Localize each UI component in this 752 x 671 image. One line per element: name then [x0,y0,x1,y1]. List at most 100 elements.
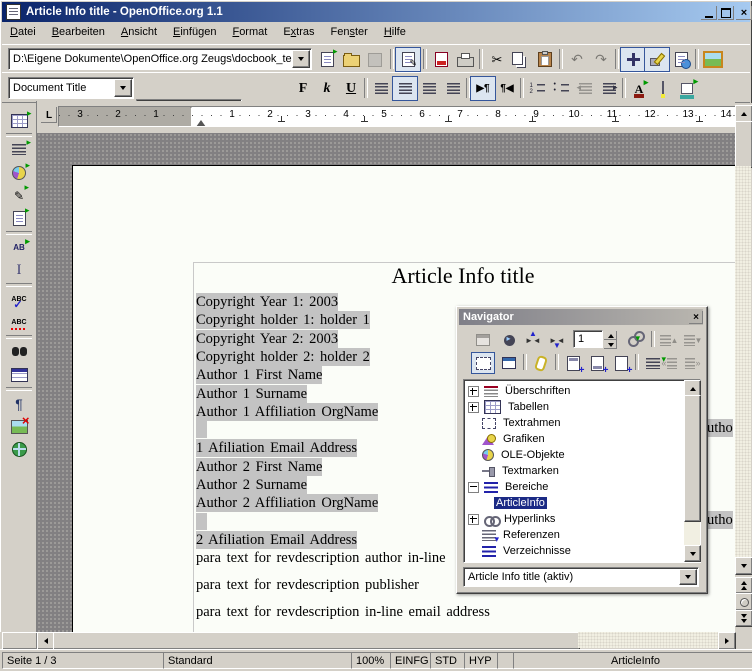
tree-item-referenzen[interactable]: Referenzen [464,527,684,543]
maximize-button[interactable] [717,5,735,21]
document-line[interactable]: Copyright Year 2: 2003 [196,330,338,348]
tree-scrollbar[interactable] [684,380,700,562]
gallery-button[interactable] [700,47,726,72]
scroll-down-button[interactable] [735,557,752,575]
export-pdf-button[interactable] [428,47,454,72]
insert-table-button[interactable] [6,108,32,133]
tree-item-grafiken[interactable]: Grafiken [464,431,684,447]
close-button[interactable]: × [735,5,752,21]
navigator-document-dropdown-button[interactable] [679,569,697,585]
promote-level-button[interactable]: « [657,352,681,374]
edit-file-button[interactable]: ✎ [395,47,421,72]
numbered-list-button[interactable] [524,76,550,101]
tree-item-tabellen[interactable]: Tabellen [464,399,684,415]
header-button[interactable] [561,352,585,374]
previous-page-button[interactable] [735,577,752,594]
menu-hilfe[interactable]: Hilfe [376,23,414,42]
expand-icon[interactable] [468,402,479,413]
redo-button[interactable]: ↷ [588,47,614,72]
tree-item-textmarken[interactable]: Textmarken [464,463,684,479]
document-blank-field[interactable] [196,421,207,438]
status-page-style[interactable]: Standard [163,652,357,669]
document-line[interactable]: 1 Afiliation Email Address [196,439,357,457]
bold-button[interactable]: F [290,76,316,101]
document-paragraph[interactable]: para text for revdescription publisher [196,576,419,594]
tree-scroll-down-button[interactable] [684,545,701,562]
collapse-icon[interactable] [468,482,479,493]
tree-item-ueberschriften[interactable]: Überschriften [464,383,684,399]
decrease-indent-button[interactable] [572,76,598,101]
navigation-button[interactable] [497,329,521,351]
menu-format[interactable]: Format [224,23,275,42]
navigation-toolbox-button[interactable] [735,593,752,611]
font-color-button[interactable]: A [626,76,652,101]
document-line[interactable]: Author 2 Affiliation OrgName [196,494,378,512]
navigator-button[interactable] [620,47,646,72]
document-line[interactable]: Author 2 Surname [196,476,307,494]
navigator-tree[interactable]: Überschriften Tabellen Textrahmen Grafik… [463,379,701,563]
horizontal-scrollbar-track[interactable] [578,632,718,648]
tree-scrollbar-thumb[interactable] [684,395,701,522]
page-number-field[interactable]: 1 [573,330,603,348]
tree-item-verzeichnisse[interactable]: Verzeichnisse [464,543,684,559]
tab-type-selector[interactable]: L [40,106,58,124]
demote-level-button[interactable]: » [681,352,705,374]
vertical-scrollbar[interactable] [735,103,752,632]
online-layout-button[interactable] [6,437,32,462]
tree-item-textrahmen[interactable]: Textrahmen [464,415,684,431]
horizontal-scrollbar-thumb[interactable] [53,632,580,650]
new-document-button[interactable] [314,47,340,72]
document-line[interactable]: Copyright Year 1: 2003 [196,293,338,311]
menu-einfuegen[interactable]: Einfügen [165,23,224,42]
right-to-left-button[interactable]: ¶◀ [494,76,520,101]
document-line[interactable]: Author 1 First Name [196,366,322,384]
menu-bearbeiten[interactable]: Bearbeiten [44,23,113,42]
style-dropdown-button[interactable] [114,79,132,97]
tree-item-hyperlinks[interactable]: Hyperlinks [464,511,684,527]
navigator-close-button[interactable]: × [688,310,704,325]
minimize-button[interactable] [700,5,718,21]
paragraph-background-button[interactable] [674,76,700,101]
root-view-button[interactable] [497,352,521,374]
url-combobox[interactable]: D:\Eigene Dokumente\OpenOffice.org Zeugs… [8,48,312,70]
underline-button[interactable]: U [338,76,364,101]
navigator-document-combobox[interactable]: Article Info title (aktiv) [463,567,699,587]
menu-datei[interactable]: Datei [2,23,44,42]
scroll-right-button[interactable] [718,632,736,650]
cut-button[interactable]: ✂ [484,47,510,72]
document-overflow-fragment[interactable]: utho [707,419,733,437]
document-line[interactable]: 2 Afiliation Email Address [196,531,357,549]
paragraph-style-combobox[interactable]: Document Title [8,77,134,99]
document-line[interactable]: Copyright holder 1: holder 1 [196,311,370,329]
navigator-window[interactable]: Navigator × ►◄▲ ►◄▼ 1 ▲ ▼ « » Überschrif… [456,306,708,594]
horizontal-ruler[interactable]: 3 2 1 1 2 3 4 5 6 7 8 9 10 11 12 13 14 [58,106,736,127]
increase-indent-button[interactable] [596,76,622,101]
document-line[interactable]: Author 1 Affiliation OrgName [196,403,378,421]
document-paragraph[interactable]: para text for revdescription in-line ema… [196,603,490,621]
vertical-scrollbar-track[interactable] [735,166,751,557]
open-button[interactable] [338,47,364,72]
autotext-button[interactable]: AB [6,235,32,260]
page-spin-down[interactable] [603,339,618,350]
align-left-button[interactable] [368,76,394,101]
align-justify-button[interactable] [440,76,466,101]
find-replace-button[interactable] [6,339,32,364]
anchor-text-button[interactable] [609,352,633,374]
align-right-button[interactable] [416,76,442,101]
document-line[interactable]: Author 1 Surname [196,385,307,403]
tree-item-bereiche[interactable]: Bereiche [464,479,684,495]
expand-icon[interactable] [468,514,479,525]
autospellcheck-button[interactable]: ABC [6,310,32,335]
direct-cursor-button[interactable]: I [6,258,32,283]
tree-item-articleinfo[interactable]: ArticleInfo [464,495,684,511]
set-reminder-button[interactable] [529,352,553,374]
undo-button[interactable]: ↶ [564,47,590,72]
expand-icon[interactable] [468,386,479,397]
document-paragraph[interactable]: para text for revdescription author in-l… [196,549,446,567]
bullet-list-button[interactable] [548,76,574,101]
footer-button[interactable] [585,352,609,374]
italic-button[interactable]: k [314,76,340,101]
next-page-button[interactable] [735,610,752,627]
content-view-button[interactable] [471,352,495,374]
stylist-button[interactable] [644,47,670,72]
